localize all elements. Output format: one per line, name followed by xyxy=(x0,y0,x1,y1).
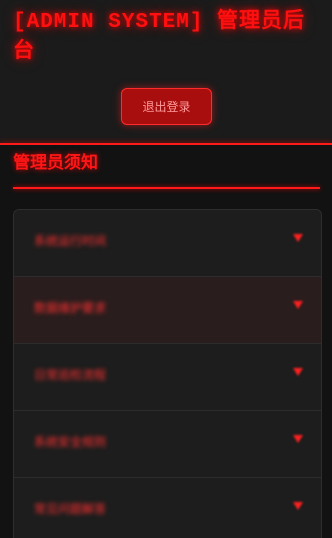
accordion-item-label: 日常巡检流程 xyxy=(34,368,107,382)
chevron-down-icon xyxy=(293,234,303,242)
logout-button[interactable]: 退出登录 xyxy=(121,88,212,125)
accordion-item[interactable]: 系统安全规则 xyxy=(14,411,321,478)
accordion-item-label: 数据维护要求 xyxy=(34,301,107,315)
accordion-item-label: 系统运行时间 xyxy=(34,234,107,248)
section-title: 管理员须知 xyxy=(13,153,98,173)
section-divider xyxy=(13,187,320,189)
chevron-down-icon xyxy=(293,502,303,510)
page-title: [ADMIN SYSTEM] 管理员后台 xyxy=(13,11,306,64)
accordion-item-label: 常见问题解答 xyxy=(34,502,107,516)
chevron-down-icon xyxy=(293,368,303,376)
chevron-down-icon xyxy=(293,301,303,309)
chevron-down-icon xyxy=(293,435,303,443)
accordion-item[interactable]: 日常巡检流程 xyxy=(14,344,321,411)
accordion-list: 系统运行时间 数据维护要求 日常巡检流程 系统安全规则 常见问题解答 xyxy=(13,209,322,538)
accordion-item[interactable]: 常见问题解答 xyxy=(14,478,321,538)
admin-page: [ADMIN SYSTEM] 管理员后台 退出登录 管理员须知 系统运行时间 数… xyxy=(0,0,332,538)
accordion-item[interactable]: 数据维护要求 xyxy=(14,277,321,344)
header: [ADMIN SYSTEM] 管理员后台 退出登录 xyxy=(0,0,332,143)
accordion-item-label: 系统安全规则 xyxy=(34,435,107,449)
accordion-item[interactable]: 系统运行时间 xyxy=(14,210,321,277)
notice-section: 管理员须知 系统运行时间 数据维护要求 日常巡检流程 系统安全规则 常见问题解答 xyxy=(0,145,332,538)
